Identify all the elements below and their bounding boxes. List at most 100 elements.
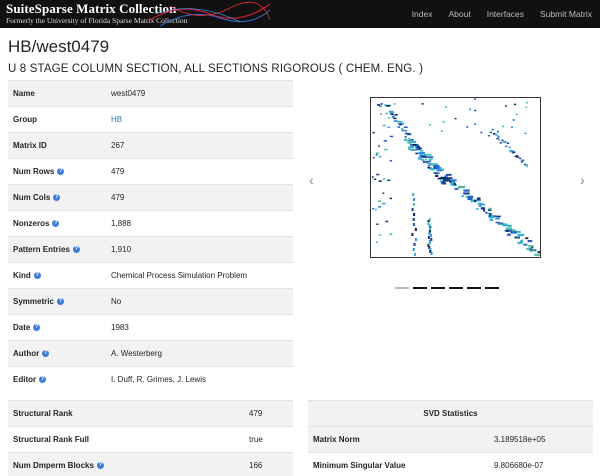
sparsity-dot (487, 135, 490, 137)
sparsity-dot (398, 121, 403, 123)
carousel-indicators (395, 287, 503, 289)
sparsity-dot (507, 233, 511, 236)
carousel-indicator[interactable] (413, 287, 427, 289)
sparsity-dot (388, 117, 390, 119)
sparsity-dot (387, 126, 391, 128)
info-label-text: Editor (13, 375, 37, 384)
sparsity-dot (511, 229, 516, 232)
sparsity-dot (505, 141, 508, 144)
sparsity-dot (403, 126, 408, 128)
sparsity-dot (411, 208, 414, 211)
sparsity-dot (389, 159, 393, 162)
nav-link-submit-matrix[interactable]: Submit Matrix (540, 9, 592, 19)
sparsity-dot (474, 123, 477, 125)
sparsity-dot (413, 223, 415, 226)
sparsity-dot (376, 173, 380, 176)
sparsity-dot (488, 207, 492, 210)
nav-links: Index About Interfaces Submit Matrix (396, 0, 592, 28)
info-label-text: Date (13, 323, 31, 332)
help-icon[interactable]: ? (39, 376, 47, 383)
help-icon[interactable]: ? (57, 168, 65, 175)
sparsity-dot (487, 212, 490, 215)
group-link[interactable]: HB (111, 115, 122, 124)
sparsity-dot (463, 192, 470, 195)
info-value-author: A. Westerberg (111, 349, 162, 358)
info-label-matrix-id: Matrix ID (8, 141, 106, 150)
sparsity-dot (373, 178, 377, 180)
sparsity-dot (477, 197, 481, 200)
stats-value-structural-rank: 479 (249, 409, 263, 418)
info-row-date: Date? 1983 (8, 314, 293, 340)
sparsity-dot (515, 113, 518, 116)
svd-value-matrix-norm: 3.189518e+05 (494, 435, 546, 444)
sparsity-dot (489, 218, 494, 221)
carousel-indicator[interactable] (467, 287, 481, 289)
sparsity-dot (380, 103, 384, 105)
info-value-num-rows: 479 (111, 167, 125, 176)
sparsity-dot (504, 230, 512, 232)
sparsity-dot (389, 233, 393, 235)
sparsity-dot (393, 120, 398, 122)
carousel-indicator[interactable] (449, 287, 463, 289)
carousel-indicator[interactable] (485, 287, 499, 289)
stats-label-structural-rank-full: Structural Rank Full (8, 435, 248, 444)
sparsity-dot (466, 126, 469, 128)
sparsity-dot (421, 103, 424, 105)
sparsity-dot (411, 233, 414, 236)
help-icon[interactable]: ? (52, 220, 60, 227)
sparsity-dot (480, 207, 486, 210)
nav-link-interfaces[interactable]: Interfaces (487, 9, 524, 19)
help-icon[interactable]: ? (72, 246, 80, 253)
info-row-group: Group HB (8, 106, 293, 132)
chevron-right-icon[interactable]: › (580, 173, 585, 187)
stats-label-structural-rank: Structural Rank (8, 409, 248, 418)
sparsity-dot (511, 126, 513, 128)
help-icon[interactable]: ? (96, 462, 104, 469)
sparsity-dot (378, 206, 381, 208)
sparsity-dot (383, 140, 387, 142)
sparsity-dot (420, 151, 426, 154)
info-label-text: Num Rows (13, 167, 55, 176)
sparsity-dot (521, 239, 524, 242)
sparsity-dot (532, 249, 535, 252)
info-label-num-cols: Num Cols? (8, 193, 106, 202)
sparsity-dot (512, 119, 515, 121)
sparsity-dot (430, 234, 433, 237)
sparsity-dot (415, 152, 419, 155)
sparsity-dot (372, 131, 375, 134)
navbar: SuiteSparse Matrix Collection Formerly t… (0, 0, 600, 28)
sparsity-dot (384, 148, 388, 151)
help-icon[interactable]: ? (33, 324, 41, 331)
info-label-pattern-entries: Pattern Entries? (8, 245, 106, 254)
carousel-indicator[interactable] (395, 287, 409, 289)
sparsity-dot (491, 128, 494, 131)
stats-label-text: Num Dmperm Blocks (13, 461, 94, 470)
sparsity-dot (478, 204, 482, 207)
info-label-text: Pattern Entries (13, 245, 70, 254)
sparsity-dot (523, 243, 528, 246)
nav-link-index[interactable]: Index (412, 9, 433, 19)
sparsity-dot (516, 230, 521, 233)
sparsity-dot (382, 124, 386, 127)
sparsity-dot (508, 224, 512, 228)
sparsity-dot (507, 142, 510, 144)
nav-link-about[interactable]: About (448, 9, 470, 19)
sparsity-dot (517, 156, 520, 158)
chevron-left-icon[interactable]: ‹ (309, 173, 314, 187)
sparsity-dot (413, 203, 415, 206)
sparsity-dot (498, 223, 502, 226)
sparsity-dot (378, 155, 382, 158)
sparsity-dot (394, 114, 398, 116)
help-icon[interactable]: ? (53, 194, 61, 201)
info-value-nonzeros: 1,888 (111, 219, 132, 228)
info-label-author: Author? (8, 349, 106, 358)
page-title: HB/west0479 (8, 37, 110, 56)
matrix-info-table: Name west0479 Group HB Matrix ID 267 Num Rows?… (8, 80, 293, 392)
help-icon[interactable]: ? (42, 350, 50, 357)
sparsity-dot (488, 131, 491, 134)
sparsity-dot (374, 208, 377, 211)
stats-label-text: Structural Rank Full (13, 435, 90, 444)
carousel-indicator[interactable] (431, 287, 445, 289)
help-icon[interactable]: ? (56, 298, 64, 305)
help-icon[interactable]: ? (33, 272, 41, 279)
